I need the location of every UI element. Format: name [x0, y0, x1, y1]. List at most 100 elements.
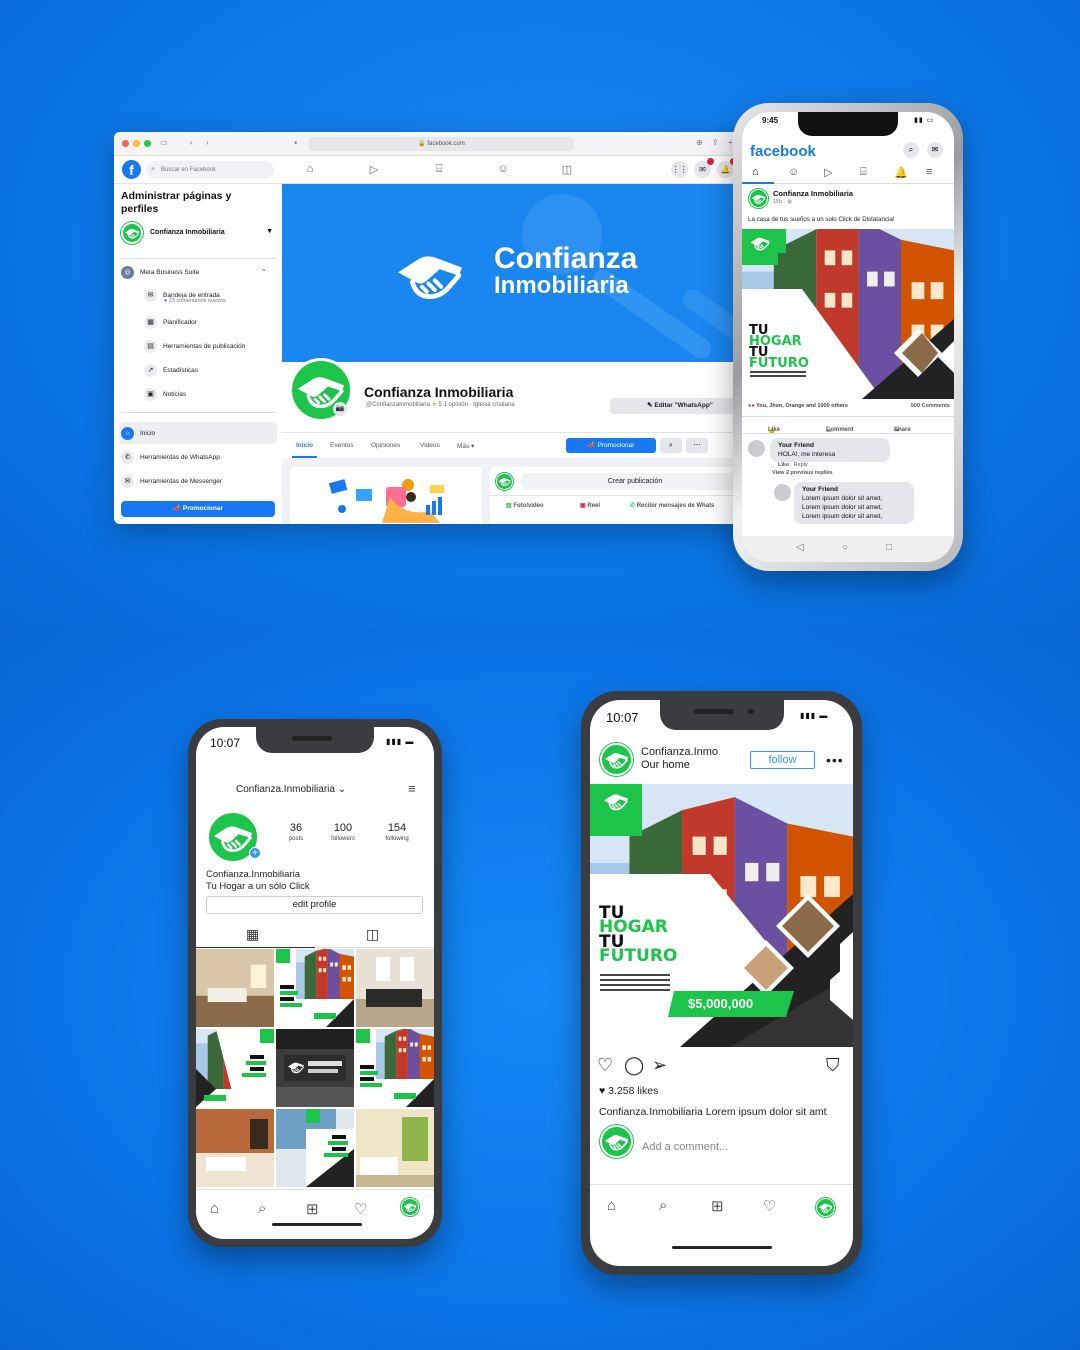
recents-square-icon[interactable]: □ — [886, 542, 892, 553]
home-nav-icon[interactable]: ⌂ — [210, 1200, 219, 1217]
page-more-button[interactable]: ⋯ — [686, 438, 708, 453]
promote-button[interactable]: 📣 Promocionar — [121, 501, 275, 517]
promote-page-button[interactable]: 📣 Promocionar — [566, 438, 656, 453]
edit-profile-button[interactable]: edit profile — [206, 896, 423, 914]
add-story-icon[interactable]: + — [249, 847, 261, 859]
sidebar-item-planner[interactable]: ▦ Planificador — [144, 316, 197, 329]
back-icon[interactable]: ‹ — [190, 138, 193, 147]
close-window-button[interactable] — [122, 140, 129, 147]
reply-avatar[interactable] — [774, 484, 791, 501]
send-icon[interactable]: ➢ — [652, 1055, 667, 1076]
tab-mas[interactable]: Más ▾ — [457, 442, 474, 450]
like-heart-icon[interactable]: ♡ — [597, 1055, 613, 1076]
comment-like-link[interactable]: Like — [778, 462, 789, 468]
activity-heart-icon[interactable]: ♡ — [354, 1200, 367, 1218]
forward-icon[interactable]: › — [206, 138, 209, 147]
page-search-button[interactable]: ⌕ — [660, 438, 682, 453]
reactions-summary[interactable]: ●● You, Jhon, Orange and 1000 others — [748, 403, 848, 409]
sidebar-item-whatsapp-tools[interactable]: ✆ Herramientas de WhatsApp — [121, 451, 220, 464]
add-comment-input[interactable]: Add a comment... — [642, 1141, 728, 1153]
reel-action[interactable]: ▣ Reel — [580, 502, 600, 509]
comment-icon[interactable]: ◯ — [624, 1055, 644, 1076]
tab-inicio[interactable]: Inicio — [292, 442, 317, 458]
comment-reply-link[interactable]: Reply — [794, 462, 808, 468]
grid-post[interactable] — [356, 1029, 434, 1107]
video-nav-icon[interactable]: ▷ — [824, 166, 832, 179]
hamburger-menu-icon[interactable]: ≡ — [408, 781, 416, 796]
tab-opiniones[interactable]: Opiniones — [371, 442, 400, 449]
messenger-icon[interactable]: ✉ — [694, 158, 714, 178]
commenter-avatar[interactable] — [748, 440, 765, 457]
sidebar-page-selector[interactable]: Confianza Inmobiliaria ▼ — [121, 222, 275, 246]
new-post-nav-icon[interactable]: ⊞ — [711, 1197, 724, 1215]
post-author-avatar[interactable] — [600, 743, 633, 776]
stat-following[interactable]: 154 following — [367, 822, 427, 842]
activity-heart-icon[interactable]: ♡ — [763, 1197, 776, 1215]
facebook-logo-icon[interactable]: f — [122, 160, 141, 179]
search-icon[interactable]: ⌕ — [903, 142, 919, 158]
grid-post[interactable] — [276, 1029, 354, 1107]
grid-post[interactable] — [276, 1109, 354, 1187]
home-nav-icon[interactable]: ⌂ — [607, 1197, 616, 1214]
notifications-bell-icon[interactable]: 🔔 — [717, 158, 737, 178]
more-options-icon[interactable]: ••• — [826, 752, 844, 768]
sidebar-item-publishing-tools[interactable]: ▤ Herramientas de publicación — [144, 340, 245, 353]
post-image[interactable]: TU HOGAR TU FUTURO $5,000,000 — [590, 784, 853, 1047]
back-triangle-icon[interactable]: ◁ — [796, 542, 804, 553]
fb-search-input[interactable]: ⌕ Buscar en Facebook — [146, 161, 274, 179]
grid-post[interactable] — [196, 1109, 274, 1187]
home-nav-icon[interactable]: ⌂ — [752, 166, 759, 178]
tab-videos[interactable]: Videos — [420, 442, 440, 449]
post-account-name[interactable]: Confianza.Inmo — [641, 746, 718, 758]
grid-post[interactable] — [196, 1029, 274, 1107]
shield-icon[interactable]: ◐ — [294, 138, 299, 147]
sidebar-toggle-icon[interactable]: ▭ — [160, 138, 168, 147]
sidebar-item-news[interactable]: ▣ Noticias — [144, 388, 186, 401]
address-bar[interactable]: 🔒 facebook.com — [309, 137, 574, 151]
tab-eventos[interactable]: Eventos — [330, 442, 354, 449]
profile-avatar[interactable]: 📷 — [289, 358, 353, 422]
home-circle-icon[interactable]: ○ — [842, 542, 848, 553]
menu-grid-icon[interactable]: ⋮⋮ — [671, 161, 688, 178]
edit-whatsapp-button[interactable]: ✎ Editar "WhatsApp" — [610, 398, 750, 414]
post-image[interactable]: TU HOGAR TU FUTURO — [742, 229, 954, 399]
grid-post[interactable] — [356, 949, 434, 1027]
gaming-nav-icon[interactable]: ◫ — [560, 163, 574, 176]
view-previous-replies-link[interactable]: View 2 previous replies — [772, 470, 833, 476]
create-post-input[interactable]: Crear publicación — [520, 473, 750, 490]
profile-nav-avatar[interactable] — [401, 1198, 419, 1216]
stat-followers[interactable]: 100 followers — [313, 822, 373, 842]
comments-count[interactable]: 500 Comments — [911, 403, 950, 409]
new-post-nav-icon[interactable]: ⊞ — [306, 1200, 319, 1218]
likes-count[interactable]: ♥ 3.258 likes — [599, 1085, 658, 1097]
minimize-window-button[interactable] — [133, 140, 140, 147]
groups-nav-icon[interactable]: ☺ — [496, 163, 510, 175]
new-tab-icon[interactable]: + — [728, 138, 733, 147]
photo-video-action[interactable]: ▨ Foto/video — [506, 502, 544, 509]
tagged-tab-icon[interactable]: ◫ — [366, 926, 379, 943]
download-icon[interactable]: ⊕ — [696, 138, 703, 147]
camera-icon[interactable]: 📷 — [333, 402, 347, 416]
home-nav-icon[interactable]: ⌂ — [303, 163, 317, 175]
grid-post[interactable] — [356, 1109, 434, 1187]
sidebar-item-messenger-tools[interactable]: ✉ Herramientas de Messenger — [121, 475, 222, 488]
marketplace-nav-icon[interactable]: ⌸ — [432, 163, 446, 176]
sidebar-item-inicio[interactable]: ⌂ Inicio — [121, 427, 155, 440]
friends-nav-icon[interactable]: ☺ — [788, 166, 799, 178]
menu-icon[interactable]: ≡ — [926, 166, 932, 178]
share-icon[interactable]: ⇪ — [712, 138, 719, 147]
profile-username[interactable]: Confianza.Inmobiliaria ⌄ — [236, 784, 346, 795]
follow-button[interactable]: follow — [750, 751, 815, 769]
post-avatar[interactable] — [749, 189, 768, 208]
whatsapp-messages-action[interactable]: ✆ Recibir mensajes de Whats — [630, 502, 714, 509]
search-nav-icon[interactable]: ⌕ — [659, 1197, 667, 1214]
post-author[interactable]: Confianza Inmobiliaria — [773, 189, 853, 198]
notifications-bell-icon[interactable]: 🔔 — [894, 166, 908, 179]
grid-tab-icon[interactable]: ▦ — [246, 926, 259, 943]
zoom-window-button[interactable] — [144, 140, 151, 147]
meta-suite-row[interactable]: ◎ Meta Business Suite ⌃ — [121, 266, 266, 279]
bookmark-icon[interactable]: ⛉ — [826, 1055, 840, 1076]
search-nav-icon[interactable]: ⌕ — [258, 1200, 266, 1217]
marketplace-nav-icon[interactable]: ⌸ — [860, 166, 867, 179]
profile-nav-avatar[interactable] — [816, 1198, 835, 1217]
